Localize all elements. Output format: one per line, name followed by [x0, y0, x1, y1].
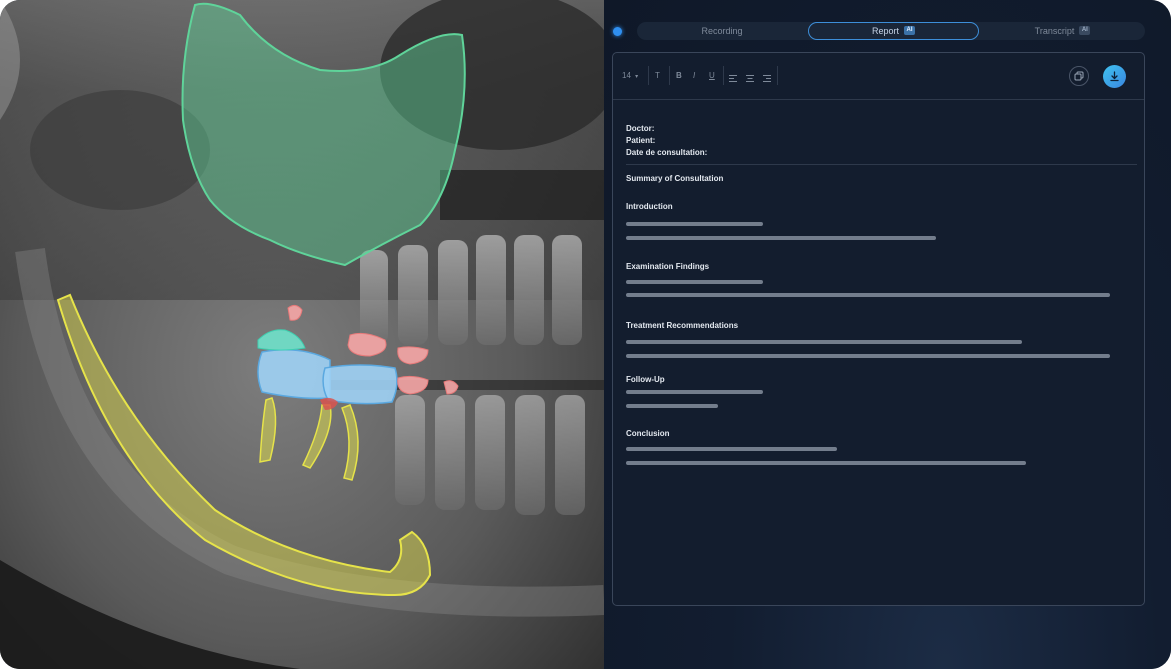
placeholder-line — [626, 447, 837, 451]
toolbar-divider — [648, 66, 649, 85]
xray-viewer[interactable] — [0, 0, 604, 669]
toolbar-divider — [723, 66, 724, 85]
download-button[interactable] — [1103, 65, 1126, 88]
placeholder-line — [626, 354, 1110, 358]
placeholder-line — [626, 222, 763, 226]
ai-badge: AI — [904, 26, 915, 36]
section-title: Conclusion — [626, 429, 670, 438]
chevron-down-icon: ▾ — [635, 74, 639, 80]
tab-report[interactable]: Report AI — [808, 22, 979, 40]
align-left-icon[interactable] — [729, 73, 737, 87]
editor-toolbar: 14 ▾ T B I U — [613, 53, 1144, 100]
placeholder-line — [626, 404, 718, 408]
report-panel: Recording Report AI Transcript AI 14 ▾ T — [604, 0, 1171, 669]
tab-recording[interactable]: Recording — [637, 22, 807, 40]
font-size-value: 14 — [622, 71, 631, 80]
tab-recording-label: Recording — [701, 26, 743, 36]
tab-transcript[interactable]: Transcript AI — [980, 22, 1145, 40]
copy-button[interactable] — [1069, 66, 1089, 86]
placeholder-line — [626, 293, 1110, 297]
align-center-icon[interactable] — [746, 73, 754, 87]
tab-transcript-label: Transcript — [1034, 26, 1075, 36]
italic-button[interactable]: I — [693, 69, 695, 83]
summary-title: Summary of Consultation — [626, 174, 724, 183]
date-label: Date de consultation: — [626, 148, 708, 157]
placeholder-line — [626, 461, 1026, 465]
placeholder-line — [626, 280, 763, 284]
download-icon — [1110, 71, 1119, 82]
report-meta: Doctor: Patient: Date de consultation: — [626, 123, 707, 159]
section-title: Follow-Up — [626, 375, 665, 384]
tab-report-label: Report — [871, 26, 899, 36]
xray-image — [0, 0, 604, 669]
report-editor[interactable]: 14 ▾ T B I U Doctor: Patient: Date de co… — [612, 52, 1145, 606]
underline-glyph: U — [709, 71, 715, 80]
placeholder-line — [626, 390, 763, 394]
placeholder-line — [626, 340, 1022, 344]
text-format-glyph: T — [655, 71, 660, 80]
toolbar-divider — [777, 66, 778, 85]
section-title: Examination Findings — [626, 262, 710, 271]
doctor-label: Doctor: — [626, 124, 655, 133]
bold-glyph: B — [676, 71, 682, 80]
tab-bar: Recording Report AI Transcript AI — [637, 22, 1145, 40]
meta-divider — [626, 164, 1137, 165]
bold-button[interactable]: B — [676, 69, 682, 83]
placeholder-line — [626, 236, 936, 240]
italic-glyph: I — [693, 71, 696, 80]
underline-button[interactable]: U — [709, 69, 715, 83]
align-right-icon[interactable] — [763, 73, 771, 87]
toolbar-divider — [669, 66, 670, 85]
app-window: Recording Report AI Transcript AI 14 ▾ T — [0, 0, 1171, 669]
copy-icon — [1074, 71, 1084, 81]
ai-badge: AI — [1079, 26, 1091, 36]
font-size-select[interactable]: 14 ▾ — [622, 69, 638, 83]
text-format-icon[interactable]: T — [655, 69, 660, 83]
patient-label: Patient: — [626, 136, 656, 145]
crown-overlay — [257, 349, 331, 400]
section-title: Introduction — [626, 202, 673, 211]
info-icon[interactable] — [613, 27, 622, 36]
section-title: Treatment Recommendations — [626, 321, 739, 330]
